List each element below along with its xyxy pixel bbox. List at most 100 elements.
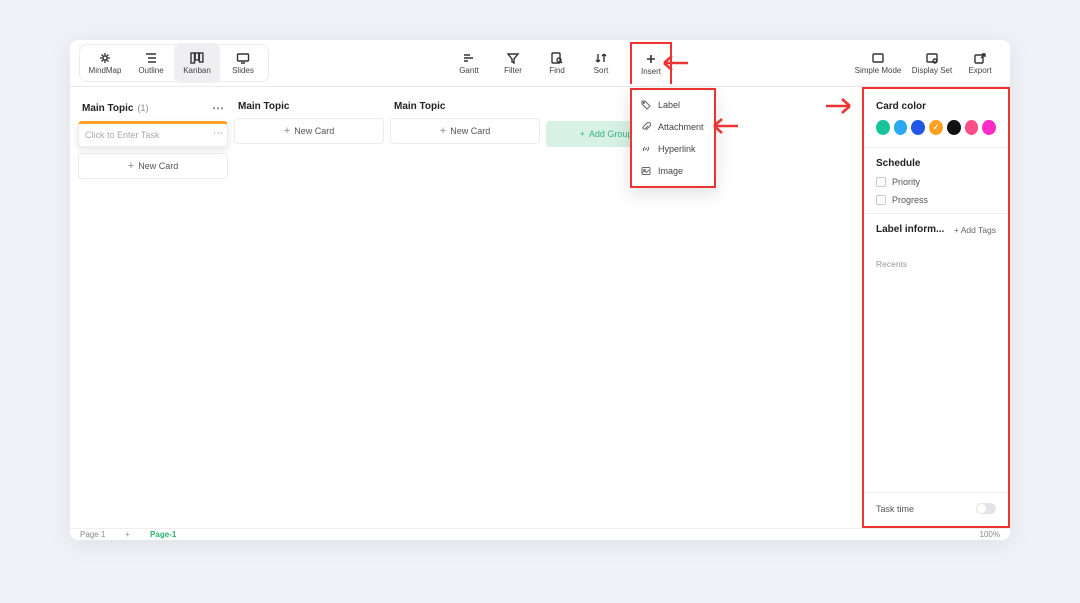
find-label: Find [549,66,565,75]
gantt-button[interactable]: Gantt [448,43,490,83]
kanban-column: Main Topic + New Card [390,101,540,528]
outline-label: Outline [138,66,163,75]
color-swatch[interactable] [911,120,925,135]
priority-label: Priority [892,177,920,187]
progress-checkbox-row[interactable]: Progress [876,195,996,205]
image-icon [640,165,652,177]
insert-hyperlink-item[interactable]: Hyperlink [632,138,714,160]
filter-button[interactable]: Filter [492,43,534,83]
view-mode-group: MindMap Outline Kanban Slides [79,44,269,82]
plus-icon: + [580,129,585,139]
sort-icon [592,51,610,65]
color-swatch[interactable] [876,120,890,135]
new-card-label: New Card [294,126,334,136]
insert-label-item[interactable]: Label [632,94,714,116]
outline-icon [142,51,160,65]
label-information-row: Label inform... + Add Tags [876,224,996,235]
kanban-label: Kanban [183,66,211,75]
task-time-toggle[interactable] [976,503,996,514]
simple-mode-button[interactable]: Simple Mode [851,43,905,83]
display-icon [923,51,941,65]
column-title: Main Topic [394,101,445,112]
tag-icon [640,99,652,111]
slides-label: Slides [232,66,254,75]
add-group-label: Add Group [589,129,633,139]
plus-icon: + [284,126,290,137]
schedule-heading: Schedule [876,158,996,169]
insert-image-text: Image [658,166,683,176]
status-bar: Page 1 + Page-1 100% [70,528,1010,540]
column-menu-button[interactable]: ⋯ [212,101,224,115]
app-window: MindMap Outline Kanban Slides [70,40,1010,540]
column-header[interactable]: Main Topic [390,101,540,112]
sort-button[interactable]: Sort [580,43,622,83]
link-icon [640,143,652,155]
priority-checkbox-row[interactable]: Priority [876,177,996,187]
task-placeholder: Click to Enter Task [85,130,159,140]
label-info-heading: Label inform... [876,224,944,235]
color-swatch[interactable] [965,120,979,135]
zoom-level[interactable]: 100% [980,530,1000,539]
paperclip-icon [640,121,652,133]
column-title: Main Topic [238,101,289,112]
page-tab[interactable]: Page-1 [150,530,176,539]
recents-label: Recents [876,259,996,269]
outline-mode-button[interactable]: Outline [128,43,174,83]
find-button[interactable]: Find [536,43,578,83]
task-time-row: Task time [864,492,1008,514]
search-icon [548,51,566,65]
simple-icon [869,51,887,65]
plus-icon: + [440,126,446,137]
insert-label-text: Label [658,100,680,110]
kanban-board: Main Topic (1) ⋯ Click to Enter Task ⋯ +… [70,87,862,528]
kanban-mode-button[interactable]: Kanban [174,43,220,83]
insert-hyperlink-text: Hyperlink [658,144,696,154]
new-card-button[interactable]: + New Card [78,153,228,179]
display-set-button[interactable]: Display Set [907,43,957,83]
export-label: Export [968,66,991,75]
card-menu-button[interactable]: ⋯ [213,128,223,139]
new-card-label: New Card [450,126,490,136]
color-swatch[interactable] [982,120,996,135]
page-indicator[interactable]: Page 1 [80,530,105,539]
kanban-column: Main Topic + New Card [234,101,384,528]
kanban-icon [188,51,206,65]
task-card-selected[interactable]: Click to Enter Task ⋯ [78,121,228,147]
gantt-icon [460,51,478,65]
add-tags-button[interactable]: + Add Tags [954,225,996,235]
filter-icon [504,51,522,65]
card-color-heading: Card color [876,101,996,112]
checkbox-icon [876,177,886,187]
insert-attachment-item[interactable]: Attachment [632,116,714,138]
checkbox-icon [876,195,886,205]
top-toolbar: MindMap Outline Kanban Slides [70,40,1010,87]
progress-label: Progress [892,195,928,205]
task-time-label: Task time [876,504,914,514]
mindmap-mode-button[interactable]: MindMap [82,43,128,83]
new-card-button[interactable]: + New Card [234,118,384,144]
annotation-arrow [824,95,860,122]
color-swatch[interactable] [929,120,943,135]
insert-attachment-text: Attachment [658,122,704,132]
plus-icon: + [128,161,134,172]
kanban-column: Main Topic (1) ⋯ Click to Enter Task ⋯ +… [78,101,228,528]
footer-plus-button[interactable]: + [125,530,130,539]
export-button[interactable]: Export [959,43,1001,83]
color-swatches [876,120,996,135]
simple-label: Simple Mode [855,66,902,75]
annotation-arrow [704,115,740,142]
column-count: (1) [137,103,148,113]
color-swatch[interactable] [947,120,961,135]
export-icon [971,51,989,65]
annotation-arrow [654,52,690,79]
center-tools: Gantt Filter Find Sort [444,40,676,86]
sort-label: Sort [594,66,609,75]
color-swatch[interactable] [894,120,908,135]
insert-image-item[interactable]: Image [632,160,714,182]
new-card-button[interactable]: + New Card [390,118,540,144]
card-properties-panel: Card color Schedule Priority Progress La… [862,87,1010,528]
mindmap-label: MindMap [89,66,122,75]
column-header[interactable]: Main Topic [234,101,384,112]
column-header[interactable]: Main Topic (1) ⋯ [78,101,228,115]
slides-mode-button[interactable]: Slides [220,43,266,83]
